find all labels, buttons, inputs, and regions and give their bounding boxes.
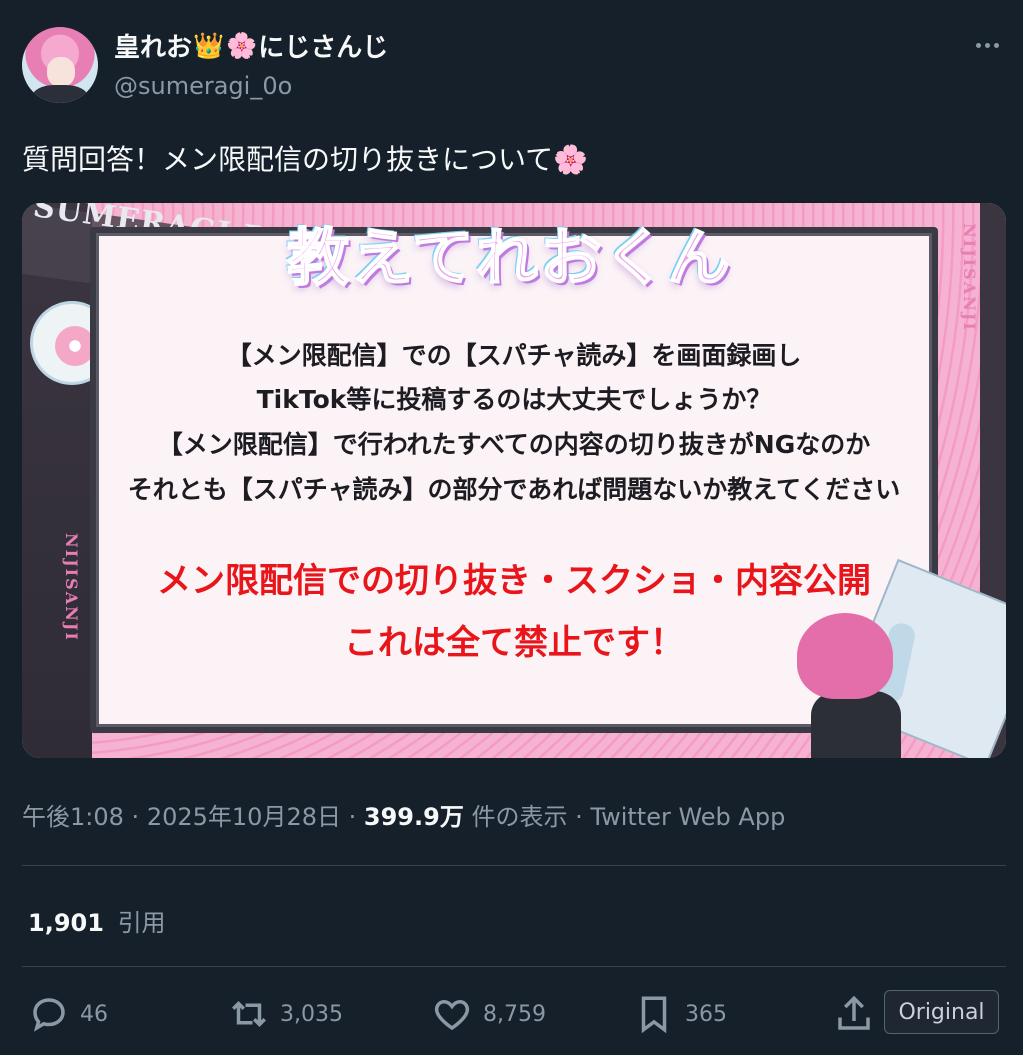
quote-label: 引用 [117, 909, 166, 937]
more-dot [984, 42, 990, 48]
reply-button[interactable]: 46 [28, 986, 108, 1042]
crown-emoji-icon: 👑 [193, 31, 225, 60]
quote-count: 1,901 [28, 909, 104, 937]
display-name-text: 皇れお [114, 33, 193, 63]
tweet-date[interactable]: 2025年10月28日 [147, 803, 341, 831]
flower-emoji-icon: 🌸 [226, 31, 258, 60]
like-button[interactable]: 8,759 [431, 986, 546, 1042]
image-character [797, 613, 918, 758]
image-side-text: NIJISANJI [62, 533, 81, 642]
user-handle[interactable]: @sumeragi_0o [114, 72, 292, 100]
bookmark-icon [641, 996, 667, 1034]
bookmark-count: 365 [685, 1001, 727, 1027]
share-icon [838, 995, 870, 1030]
original-button[interactable]: Original [884, 990, 999, 1034]
image-answer-line: メン限配信での切り抜き・スクショ・内容公開 [157, 561, 871, 601]
like-icon [434, 999, 470, 1031]
meta-separator: · [131, 803, 140, 831]
tweet-source[interactable]: Twitter Web App [590, 803, 785, 831]
retweet-icon [232, 1001, 266, 1027]
bookmark-button[interactable]: 365 [633, 986, 727, 1042]
tweet-time[interactable]: 午後1:08 [22, 803, 124, 831]
tweet-meta: 午後1:08 · 2025年10月28日 · 399.9万 件の表示 · Twi… [22, 797, 785, 832]
tweet-image[interactable]: SUMERAGI REO NIJISANJI NIJISANJI 教えてれおくん… [22, 203, 1006, 758]
image-question-line: それとも【スパチャ読み】の部分であれば問題ないか教えてください [127, 475, 901, 504]
image-title: 教えてれおくん [286, 220, 732, 295]
reply-count: 46 [80, 1001, 108, 1027]
display-name[interactable]: 皇れお 👑 🌸 にじさんじ [114, 27, 388, 64]
share-button[interactable] [833, 986, 875, 1042]
image-side-panel [22, 203, 92, 758]
image-side-text: NIJISANJI [960, 223, 979, 332]
more-dot [993, 42, 999, 48]
tweet-text: 質問回答！メン限配信の切り抜きについて🌸 [22, 138, 588, 178]
retweet-button[interactable]: 3,035 [228, 986, 343, 1042]
quote-stats[interactable]: 1,901 引用 [28, 903, 166, 938]
image-question-line: TikTok等に投稿するのは大丈夫でしょうか？ [256, 385, 772, 414]
more-icon[interactable] [972, 33, 1002, 57]
avatar[interactable] [22, 27, 98, 103]
like-count: 8,759 [483, 1001, 546, 1027]
action-bar: 46 3,035 8,759 365 [0, 986, 1023, 1042]
more-dot [975, 42, 981, 48]
flower-emoji-icon: 🌸 [553, 143, 589, 176]
display-name-suffix: にじさんじ [258, 33, 389, 63]
image-question-line: 【メン限配信】での【スパチャ読み】を画面録画し [226, 341, 802, 370]
meta-separator: · [575, 803, 583, 831]
view-count: 399.9万 [363, 803, 464, 831]
tweet-text-body: 質問回答！メン限配信の切り抜きについて [22, 143, 554, 176]
reply-icon [33, 998, 65, 1032]
meta-separator: · [348, 803, 357, 831]
view-label: 件の表示 [471, 803, 568, 831]
avatar-coat [32, 85, 88, 103]
avatar-face [47, 57, 75, 87]
character-hair [797, 613, 893, 699]
retweet-count: 3,035 [280, 1001, 343, 1027]
sakura-flower-icon [55, 326, 95, 366]
image-question-line: 【メン限配信】で行われたすべての内容の切り抜きがNGなのか [157, 430, 871, 459]
divider [22, 966, 1006, 967]
divider [22, 865, 1006, 866]
character-body [811, 691, 901, 758]
